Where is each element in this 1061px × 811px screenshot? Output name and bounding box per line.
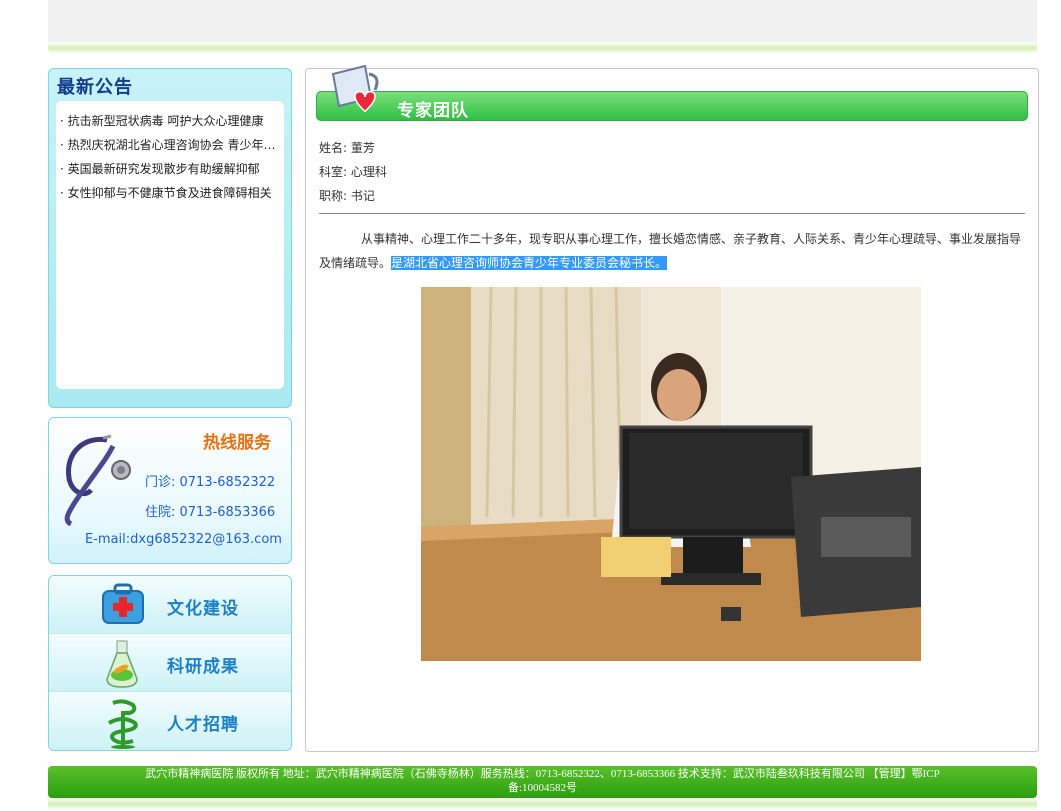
top-banner	[48, 0, 1037, 44]
footer-divider	[48, 798, 1037, 810]
notice-item[interactable]: 抗击新型冠状病毒 呵护大众心理健康	[60, 109, 280, 133]
email-link[interactable]: E-mail:dxg6852322@163.com	[85, 532, 282, 547]
inpatient-phone: 住院: 0713-6853366	[145, 505, 276, 520]
content-panel: 专家团队 姓名: 董芳 科室: 心理科 职称: 书记 从事精神、心理工作二十多年…	[305, 64, 1039, 752]
top-divider	[48, 42, 1037, 54]
section-header: 专家团队	[316, 64, 1028, 121]
notice-item[interactable]: 英国最新研究发现散步有助缓解抑郁	[60, 157, 280, 181]
description-highlight: 是湖北省心理咨询师协会青少年专业委员会秘书长。	[391, 256, 668, 270]
footer-line-1: 武穴市精神病医院 版权所有 地址：武穴市精神病医院（石佛寺杨林）服务热线：071…	[145, 768, 940, 780]
expert-title: 职称: 书记	[319, 189, 375, 203]
menu-item-culture[interactable]: 文化建设	[49, 576, 291, 634]
section-title: 专家团队	[397, 101, 469, 121]
caduceus-icon	[99, 697, 149, 750]
footer: 武穴市精神病医院 版权所有 地址：武穴市精神病医院（石佛寺杨林）服务热线：071…	[48, 766, 1037, 798]
notice-list: 抗击新型冠状病毒 呵护大众心理健康 热烈庆祝湖北省心理咨询协会 青少年… 英国最…	[56, 101, 284, 205]
notice-title: 最新公告	[57, 77, 133, 98]
expert-department: 科室: 心理科	[319, 165, 387, 179]
menu-label-recruit: 人才招聘	[167, 715, 239, 735]
hotline-title: 热线服务	[203, 433, 271, 453]
divider	[319, 213, 1025, 214]
side-menu: 文化建设 科研成果 人才招聘	[48, 575, 292, 751]
footer-text: 武穴市精神病医院 版权所有 地址：武穴市精神病医院（石佛寺杨林）服务热线：071…	[48, 767, 1037, 795]
expert-name: 姓名: 董芳	[319, 141, 375, 155]
medical-kit-icon	[99, 581, 149, 633]
menu-label-culture: 文化建设	[167, 599, 239, 619]
notice-item[interactable]: 女性抑郁与不健康节食及进食障碍相关	[60, 181, 280, 205]
menu-item-research[interactable]: 科研成果	[49, 634, 291, 692]
menu-label-research: 科研成果	[167, 657, 239, 677]
outpatient-phone: 门诊: 0713-6852322	[145, 475, 276, 490]
expert-photo	[421, 287, 921, 661]
notice-panel: 最新公告 抗击新型冠状病毒 呵护大众心理健康 热烈庆祝湖北省心理咨询协会 青少年…	[48, 68, 292, 408]
menu-item-recruit[interactable]: 人才招聘	[49, 692, 291, 750]
notice-list-box: 抗击新型冠状病毒 呵护大众心理健康 热烈庆祝湖北省心理咨询协会 青少年… 英国最…	[56, 101, 284, 389]
expert-description: 从事精神、心理工作二十多年，现专职从事心理工作，擅长婚恋情感、亲子教育、人际关系…	[319, 227, 1025, 275]
flask-icon	[99, 639, 149, 693]
footer-line-2: 备:10004582号	[507, 782, 578, 794]
stethoscope-icon	[55, 432, 135, 532]
notice-item[interactable]: 热烈庆祝湖北省心理咨询协会 青少年…	[60, 133, 280, 157]
hotline-panel: 热线服务 门诊: 0713-6852322 住院: 0713-6853366 E…	[48, 417, 292, 564]
